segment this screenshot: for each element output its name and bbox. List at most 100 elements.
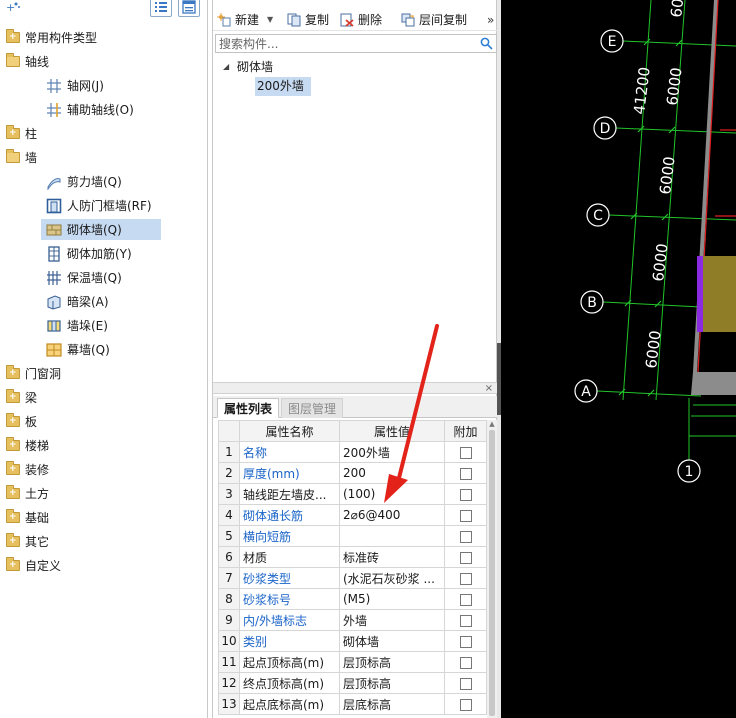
tree-category-decoration[interactable]: + 装修 bbox=[0, 459, 200, 481]
floor-copy-button[interactable]: 层间复制 bbox=[401, 11, 473, 29]
property-row[interactable]: 8 砂浆标号 (M5) bbox=[218, 588, 487, 610]
folder-icon: + bbox=[6, 125, 20, 139]
property-row[interactable]: 1 名称 200外墙 bbox=[218, 441, 487, 463]
tree-item-aux-axis[interactable]: 辅助轴线(O) bbox=[0, 99, 200, 121]
property-row[interactable]: 2 厚度(mm) 200 bbox=[218, 462, 487, 484]
property-value[interactable]: (100) bbox=[339, 483, 445, 505]
new-button[interactable]: 新建 ▼ bbox=[217, 11, 275, 29]
panel-splitter[interactable]: × bbox=[213, 382, 497, 394]
property-value[interactable]: (M5) bbox=[339, 588, 445, 610]
close-icon[interactable]: × bbox=[485, 383, 493, 394]
list-view-icon[interactable] bbox=[150, 0, 172, 17]
tree-category-earthwork[interactable]: + 土方 bbox=[0, 483, 200, 505]
property-value[interactable]: 2⌀6@400 bbox=[339, 504, 445, 526]
extra-checkbox[interactable] bbox=[459, 614, 472, 627]
collapse-triangle-icon[interactable]: ◢ bbox=[223, 56, 229, 78]
extra-checkbox[interactable] bbox=[459, 446, 472, 459]
property-row[interactable]: 6 材质 标准砖 bbox=[218, 546, 487, 568]
expand-icon[interactable]: + bbox=[5, 0, 21, 16]
property-value[interactable]: 砌体墙 bbox=[339, 630, 445, 652]
property-value[interactable] bbox=[339, 525, 445, 547]
property-value[interactable]: 层底标高 bbox=[339, 693, 445, 715]
extra-checkbox[interactable] bbox=[459, 677, 472, 690]
extra-checkbox[interactable] bbox=[459, 551, 472, 564]
property-value[interactable]: 200 bbox=[339, 462, 445, 484]
tree-item-label: 砌体墙(Q) bbox=[67, 223, 122, 237]
door-frame-icon bbox=[46, 198, 62, 214]
extra-checkbox[interactable] bbox=[459, 509, 472, 522]
property-row[interactable]: 12 终点顶标高(m) 层顶标高 bbox=[218, 672, 487, 694]
property-value[interactable]: 外墙 bbox=[339, 609, 445, 631]
row-index: 8 bbox=[218, 588, 240, 610]
tree-item-pilaster[interactable]: 墙垛(E) bbox=[0, 315, 200, 337]
tab-layer-management[interactable]: 图层管理 bbox=[281, 398, 344, 418]
property-scrollbar[interactable]: ▲ bbox=[487, 420, 497, 718]
component-item-row[interactable]: 200外墙 bbox=[255, 77, 311, 96]
scroll-thumb[interactable] bbox=[489, 430, 495, 716]
extra-checkbox-cell bbox=[444, 588, 487, 610]
extra-checkbox[interactable] bbox=[459, 530, 472, 543]
property-value[interactable]: 标准砖 bbox=[339, 546, 445, 568]
tree-item-hidden-beam[interactable]: 暗梁(A) bbox=[0, 291, 200, 313]
component-search-input[interactable] bbox=[219, 35, 474, 52]
tree-item-masonry-rebar[interactable]: 砌体加筋(Y) bbox=[0, 243, 200, 265]
more-tools-button[interactable]: » bbox=[487, 11, 497, 29]
scroll-up-icon[interactable]: ▲ bbox=[488, 420, 496, 428]
property-row[interactable]: 9 内/外墙标志 外墙 bbox=[218, 609, 487, 631]
tab-property-list[interactable]: 属性列表 bbox=[217, 398, 280, 418]
tree-item-axis-grid[interactable]: 轴网(J) bbox=[0, 75, 200, 97]
tree-category-custom[interactable]: + 自定义 bbox=[0, 555, 200, 577]
tree-category-common[interactable]: + 常用构件类型 bbox=[0, 27, 200, 49]
axis-bubble-e[interactable]: E bbox=[600, 29, 624, 53]
axis-bubble-b[interactable]: B bbox=[580, 290, 604, 314]
detail-view-icon[interactable] bbox=[178, 0, 200, 17]
wall-bottom-band bbox=[691, 372, 736, 395]
delete-button[interactable]: 删除 bbox=[340, 11, 388, 29]
tree-category-stairs[interactable]: + 楼梯 bbox=[0, 435, 200, 457]
property-value[interactable]: (水泥石灰砂浆 ... bbox=[339, 567, 445, 589]
extra-checkbox[interactable] bbox=[459, 698, 472, 711]
axis-bubble-a[interactable]: A bbox=[574, 379, 598, 403]
copy-button[interactable]: 复制 bbox=[287, 11, 333, 29]
axis-bubble-d[interactable]: D bbox=[593, 116, 617, 140]
extra-checkbox[interactable] bbox=[459, 593, 472, 606]
property-row[interactable]: 5 横向短筋 bbox=[218, 525, 487, 547]
extra-checkbox[interactable] bbox=[459, 572, 472, 585]
axis-bubble-c[interactable]: C bbox=[586, 203, 610, 227]
property-row[interactable]: 3 轴线距左墙皮... (100) bbox=[218, 483, 487, 505]
tree-category-column[interactable]: + 柱 bbox=[0, 123, 200, 145]
tree-category-openings[interactable]: + 门窗洞 bbox=[0, 363, 200, 385]
dropdown-arrow-icon[interactable]: ▼ bbox=[267, 11, 273, 29]
tree-item-masonry-wall[interactable]: 砌体墙(Q) bbox=[0, 219, 200, 241]
property-row[interactable]: 4 砌体通长筋 2⌀6@400 bbox=[218, 504, 487, 526]
category-label: 基础 bbox=[25, 511, 50, 525]
tree-category-slab[interactable]: + 板 bbox=[0, 411, 200, 433]
tree-item-shear-wall[interactable]: 剪力墙(Q) bbox=[0, 171, 200, 193]
property-row[interactable]: 11 起点顶标高(m) 层顶标高 bbox=[218, 651, 487, 673]
extra-checkbox-cell bbox=[444, 609, 487, 631]
property-row[interactable]: 10 类别 砌体墙 bbox=[218, 630, 487, 652]
property-value[interactable]: 200外墙 bbox=[339, 441, 445, 463]
tree-category-wall[interactable]: 墙 bbox=[0, 147, 200, 169]
tree-item-civil-defense-wall[interactable]: 人防门框墙(RF) bbox=[0, 195, 200, 217]
property-row[interactable]: 13 起点底标高(m) 层底标高 bbox=[218, 693, 487, 715]
extra-checkbox[interactable] bbox=[459, 656, 472, 669]
extra-checkbox[interactable] bbox=[459, 635, 472, 648]
tree-category-foundation[interactable]: + 基础 bbox=[0, 507, 200, 529]
cad-grid-drawing[interactable]: E D C B A 1 6000 41200 6000 6000 6000 60… bbox=[501, 0, 736, 718]
tree-category-axis[interactable]: 轴线 bbox=[0, 51, 200, 73]
cad-drawing-canvas[interactable]: E D C B A 1 6000 41200 6000 6000 6000 60… bbox=[501, 0, 736, 718]
search-icon[interactable] bbox=[480, 37, 493, 50]
tree-item-curtain-wall[interactable]: 幕墙(Q) bbox=[0, 339, 200, 361]
extra-checkbox[interactable] bbox=[459, 467, 472, 480]
property-value[interactable]: 层顶标高 bbox=[339, 651, 445, 673]
axis-bubble-1[interactable]: 1 bbox=[677, 459, 701, 483]
component-group-row[interactable]: ◢ 砌体墙 bbox=[221, 56, 421, 78]
tree-item-insulation-wall[interactable]: 保温墙(Q) bbox=[0, 267, 200, 289]
property-row[interactable]: 7 砂浆类型 (水泥石灰砂浆 ... bbox=[218, 567, 487, 589]
aux-grid-icon bbox=[46, 102, 62, 118]
tree-category-other[interactable]: + 其它 bbox=[0, 531, 200, 553]
extra-checkbox[interactable] bbox=[459, 488, 472, 501]
tree-category-beam[interactable]: + 梁 bbox=[0, 387, 200, 409]
property-value[interactable]: 层顶标高 bbox=[339, 672, 445, 694]
